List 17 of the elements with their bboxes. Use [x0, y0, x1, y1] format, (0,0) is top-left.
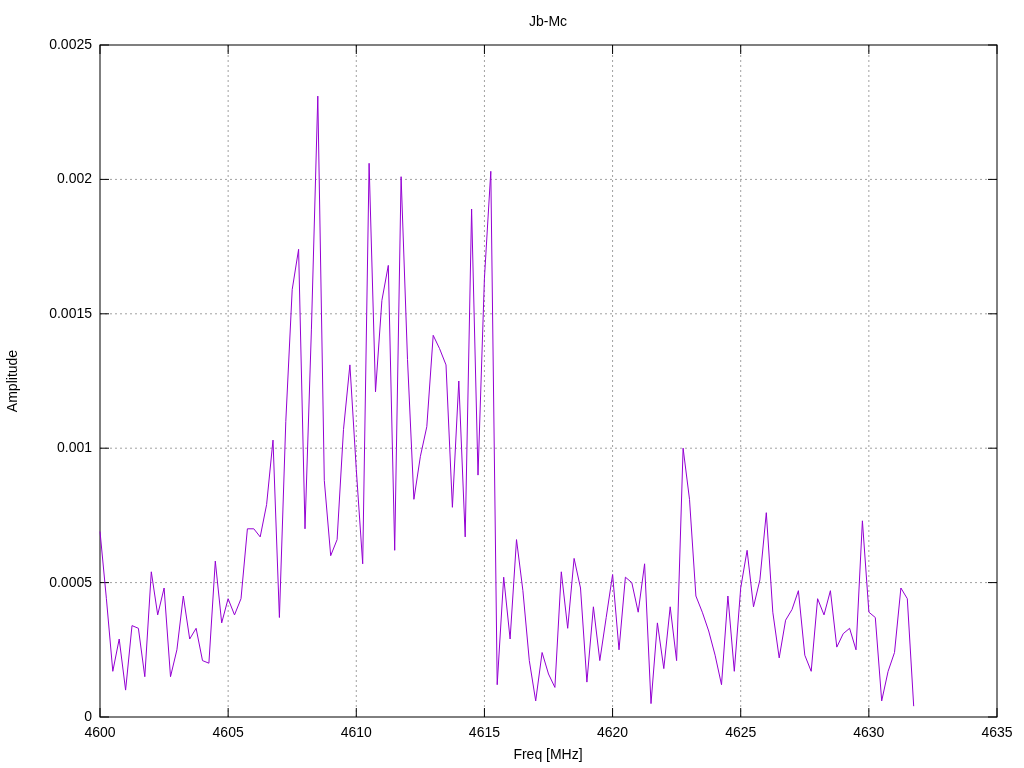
- tick-label: 0: [84, 708, 92, 724]
- tick-label: 0.002: [56, 170, 92, 187]
- tick-label: 4605: [212, 724, 244, 740]
- x-axis-label: Freq [MHz]: [513, 746, 583, 762]
- tick-label: 0.0025: [49, 36, 92, 52]
- tick-label: 0.0005: [49, 573, 92, 590]
- tick-label: 0.001: [56, 439, 92, 456]
- tick-label: 4615: [468, 724, 500, 740]
- tick-label: 4630: [853, 724, 885, 740]
- tick-label: 4635: [981, 724, 1013, 740]
- tick-label: 4610: [340, 724, 372, 740]
- tick-label: 0.0015: [49, 304, 92, 321]
- tick-label: 4600: [84, 724, 116, 740]
- tick-label: 4620: [597, 724, 629, 740]
- tick-label: 4625: [725, 724, 757, 740]
- y-axis-label: Amplitude: [4, 349, 20, 413]
- chart-title: Jb-Mc: [528, 13, 568, 29]
